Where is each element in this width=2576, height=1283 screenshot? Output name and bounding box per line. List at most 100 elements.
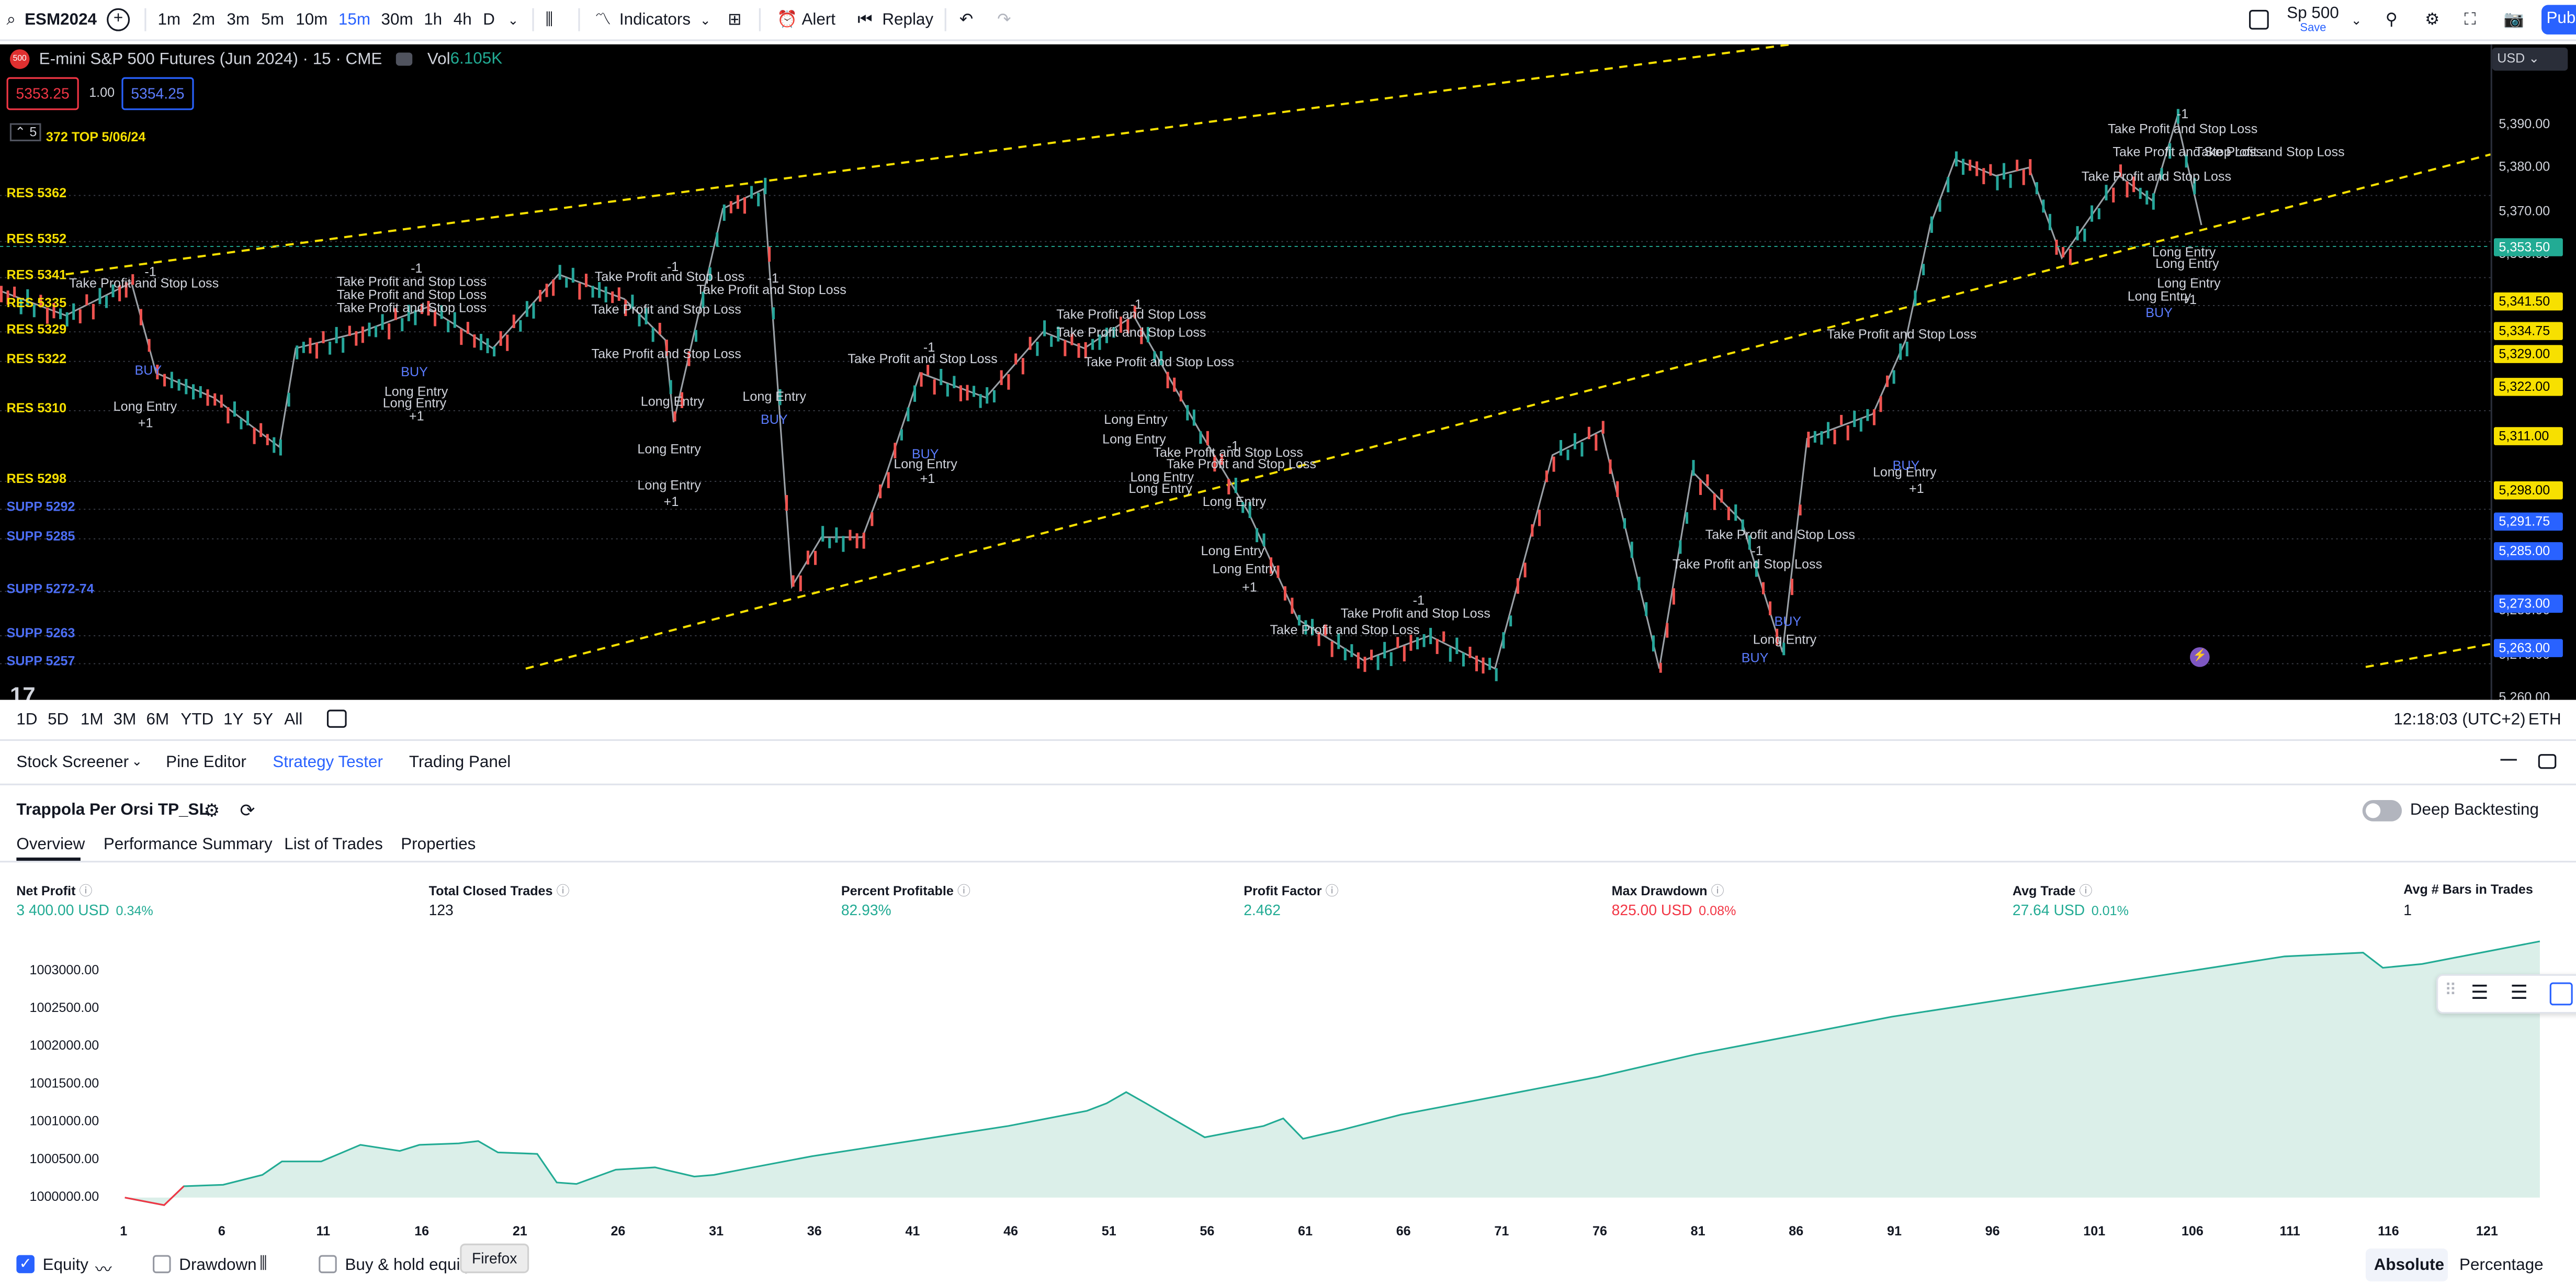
replay-button[interactable]: Replay [882, 10, 933, 33]
layout-icon[interactable] [2249, 9, 2269, 30]
drag-handle-icon[interactable]: ⠿ [2445, 982, 2457, 1000]
deep-backtesting-toggle[interactable] [2362, 800, 2402, 821]
range-6m[interactable]: 6M [146, 711, 169, 729]
templates-icon[interactable]: ⊞ [728, 10, 741, 33]
session-toggle[interactable]: ETH [2528, 711, 2561, 729]
redo-icon[interactable]: ↷ [997, 10, 1011, 33]
maximize-panel-icon[interactable] [2538, 754, 2557, 769]
range-1m[interactable]: 1M [81, 711, 104, 729]
buy-button[interactable]: 5354.25 [121, 77, 194, 110]
publish-button[interactable]: Pub [2541, 5, 2576, 35]
flash-icon[interactable]: ⚡ [2190, 647, 2210, 667]
alert-icon[interactable]: ⏰ [777, 10, 797, 33]
timeframe-1m[interactable]: 1m [157, 10, 180, 33]
price-level-tag: 5,329.00 [2493, 345, 2563, 363]
subtab-properties[interactable]: Properties [401, 836, 476, 854]
search-icon[interactable]: ⌕ [7, 10, 16, 33]
chevron-down-icon[interactable]: ⌄ [131, 754, 142, 769]
range-1y[interactable]: 1Y [223, 711, 243, 729]
scale-settings-icon[interactable]: ☰ [2471, 981, 2489, 1004]
info-icon[interactable]: ⓘ [1322, 884, 1339, 898]
legend-collapse-icon[interactable] [396, 52, 413, 66]
info-icon[interactable]: ⓘ [75, 884, 92, 898]
range-5y[interactable]: 5Y [253, 711, 273, 729]
layout-save-status[interactable]: Save [2300, 18, 2326, 41]
clock[interactable]: 12:18:03 (UTC+2) [2393, 711, 2525, 729]
candle [1495, 668, 1498, 681]
undo-icon[interactable]: ↶ [959, 10, 973, 33]
compare-add-icon[interactable]: + [107, 8, 130, 31]
timeframe-1h[interactable]: 1h [424, 10, 442, 33]
timeframe-5m[interactable]: 5m [261, 10, 284, 33]
range-5d[interactable]: 5D [48, 711, 69, 729]
absolute-button[interactable]: Absolute [2374, 1257, 2444, 1275]
subtab-list-of-trades[interactable]: List of Trades [284, 836, 383, 854]
equity-x-tick: 41 [905, 1224, 920, 1239]
info-icon[interactable]: ⓘ [1708, 884, 1724, 898]
range-ytd[interactable]: YTD [180, 711, 213, 729]
goto-date-icon[interactable] [326, 710, 347, 728]
price-chart[interactable]: 500 E-mini S&P 500 Futures (Jun 2024) · … [0, 44, 2576, 700]
strategy-settings-icon[interactable]: ⚙ [204, 800, 220, 821]
subtab-performance-summary[interactable]: Performance Summary [104, 836, 273, 854]
sell-button[interactable]: 5353.25 [6, 77, 79, 110]
subtab-overview[interactable]: Overview [16, 836, 85, 854]
equity-checkbox[interactable]: ✓ [16, 1255, 35, 1274]
info-icon[interactable]: ⓘ [954, 884, 970, 898]
strategy-reload-icon[interactable]: ⟳ [240, 800, 255, 821]
info-icon[interactable]: ⓘ [553, 884, 569, 898]
quick-search-icon[interactable]: ⚲ [2386, 10, 2398, 33]
timeframe-15m[interactable]: 15m [338, 10, 370, 33]
equity-x-tick: 36 [807, 1224, 822, 1239]
buyhold-checkbox[interactable] [319, 1255, 337, 1274]
indicators-button[interactable]: Indicators [619, 10, 691, 33]
equity-x-tick: 106 [2181, 1224, 2204, 1239]
candle [335, 327, 338, 344]
fit-chart-icon[interactable] [2549, 982, 2573, 1006]
replay-icon[interactable]: ⏮ [857, 10, 872, 33]
range-3m[interactable]: 3M [114, 711, 137, 729]
equity-style-icon[interactable]: 〰 [95, 1255, 111, 1280]
indicators-icon[interactable]: 〽 [595, 10, 611, 33]
chevron-down-icon[interactable]: ⌄ [507, 10, 518, 33]
percentage-button[interactable]: Percentage [2459, 1257, 2544, 1275]
tab-stock-screener[interactable]: Stock Screener [16, 754, 129, 772]
camera-icon[interactable]: 📷 [2504, 10, 2524, 33]
minimize-panel-icon[interactable] [2500, 759, 2517, 761]
info-icon[interactable]: ⓘ [2075, 884, 2092, 898]
range-all[interactable]: All [284, 711, 302, 729]
tab-strategy-tester[interactable]: Strategy Tester [273, 754, 383, 772]
candle [1192, 409, 1195, 426]
fullscreen-icon[interactable]: ⛶ [2464, 10, 2476, 33]
strategy-name[interactable]: Trappola Per Orsi TP_SL [16, 802, 209, 820]
alert-button[interactable]: Alert [801, 10, 835, 33]
timeframe-10m[interactable]: 10m [296, 10, 327, 33]
price-chart-canvas[interactable] [0, 44, 2576, 700]
timeframe-2m[interactable]: 2m [192, 10, 215, 33]
equity-y-tick: 1002500.00 [29, 1000, 99, 1016]
symbol-search[interactable]: ESM2024 [25, 10, 97, 33]
chevron-down-icon[interactable]: ⌄ [2351, 10, 2362, 33]
drawdown-style-icon[interactable]: ⫼ [259, 1255, 267, 1274]
range-1d[interactable]: 1D [16, 711, 37, 729]
price-tick-label: 5,370.00 [2499, 204, 2550, 219]
trade-label: BUY [1741, 650, 1769, 666]
equity-x-tick: 56 [1200, 1224, 1215, 1239]
tab-trading-panel[interactable]: Trading Panel [409, 754, 511, 772]
candle [2035, 182, 2038, 195]
legend-title[interactable]: E-mini S&P 500 Futures (Jun 2024) · 15 ·… [39, 50, 382, 69]
currency-select[interactable]: USD ⌄ [2492, 48, 2568, 71]
timeframe-30m[interactable]: 30m [381, 10, 413, 33]
candle [1930, 216, 1933, 233]
chart-type-icon[interactable]: ⫼ [546, 10, 553, 33]
chevron-down-icon[interactable]: ⌄ [700, 10, 711, 33]
timeframe-4h[interactable]: 4h [454, 10, 472, 33]
timeframe-3m[interactable]: 3m [227, 10, 250, 33]
drawdown-checkbox[interactable] [153, 1255, 171, 1274]
tab-pine-editor[interactable]: Pine Editor [166, 754, 246, 772]
series-settings-icon[interactable]: ☰ [2510, 981, 2528, 1004]
equity-chart[interactable] [0, 937, 2576, 1224]
settings-gear-icon[interactable]: ⚙ [2425, 10, 2439, 33]
candle [355, 331, 358, 346]
timeframe-d[interactable]: D [483, 10, 495, 33]
